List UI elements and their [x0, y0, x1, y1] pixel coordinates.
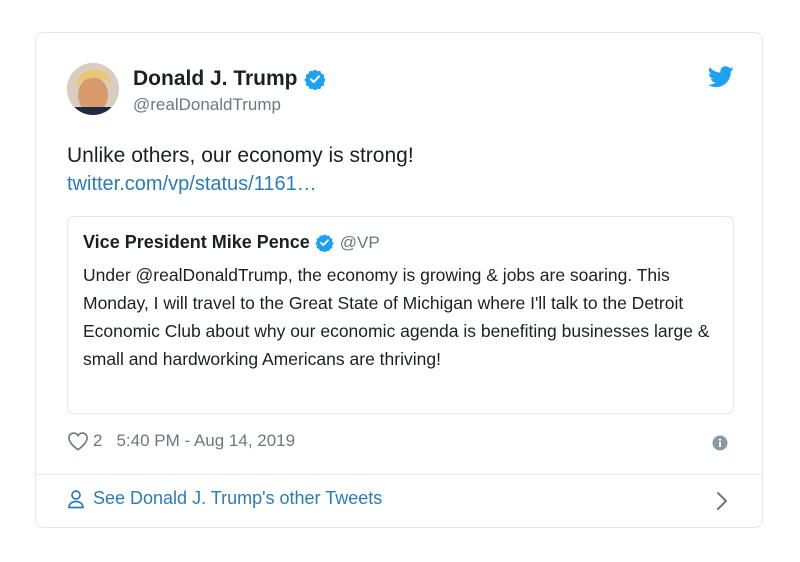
verified-badge-icon: [315, 233, 334, 252]
author-name[interactable]: Donald J. Trump: [133, 67, 298, 91]
timestamp[interactable]: 5:40 PM - Aug 14, 2019: [116, 431, 295, 451]
avatar[interactable]: [67, 63, 119, 115]
verified-badge-icon: [303, 68, 326, 90]
tweet-text: Unlike others, our economy is strong!: [67, 144, 414, 167]
author-row: Donald J. Trump: [133, 67, 326, 91]
quoted-author-handle: @VP: [339, 232, 380, 252]
tweet-card: Donald J. Trump @realDonaldTrump Unlike …: [35, 32, 763, 528]
see-other-tweets-label: See Donald J. Trump's other Tweets: [93, 488, 383, 508]
heart-icon[interactable]: [67, 431, 89, 451]
person-icon: [67, 489, 85, 509]
tweet-link[interactable]: twitter.com/vp/status/1161…: [67, 173, 317, 196]
twitter-bird-icon[interactable]: [707, 66, 734, 93]
quoted-author-name: Vice President Mike Pence: [83, 232, 310, 252]
divider: [36, 474, 762, 475]
quoted-author-row: Vice President Mike Pence @VP: [83, 232, 380, 253]
author-handle[interactable]: @realDonaldTrump: [133, 95, 281, 115]
quoted-tweet-text: Under @realDonaldTrump, the economy is g…: [83, 265, 710, 369]
info-icon[interactable]: [712, 435, 728, 456]
like-count[interactable]: 2: [93, 431, 102, 451]
see-other-tweets-link[interactable]: See Donald J. Trump's other Tweets: [67, 488, 382, 509]
tweet-meta: 2 5:40 PM - Aug 14, 2019: [67, 431, 295, 451]
chevron-right-icon[interactable]: [716, 491, 728, 516]
quoted-tweet[interactable]: Vice President Mike Pence @VP Under @rea…: [67, 216, 734, 414]
